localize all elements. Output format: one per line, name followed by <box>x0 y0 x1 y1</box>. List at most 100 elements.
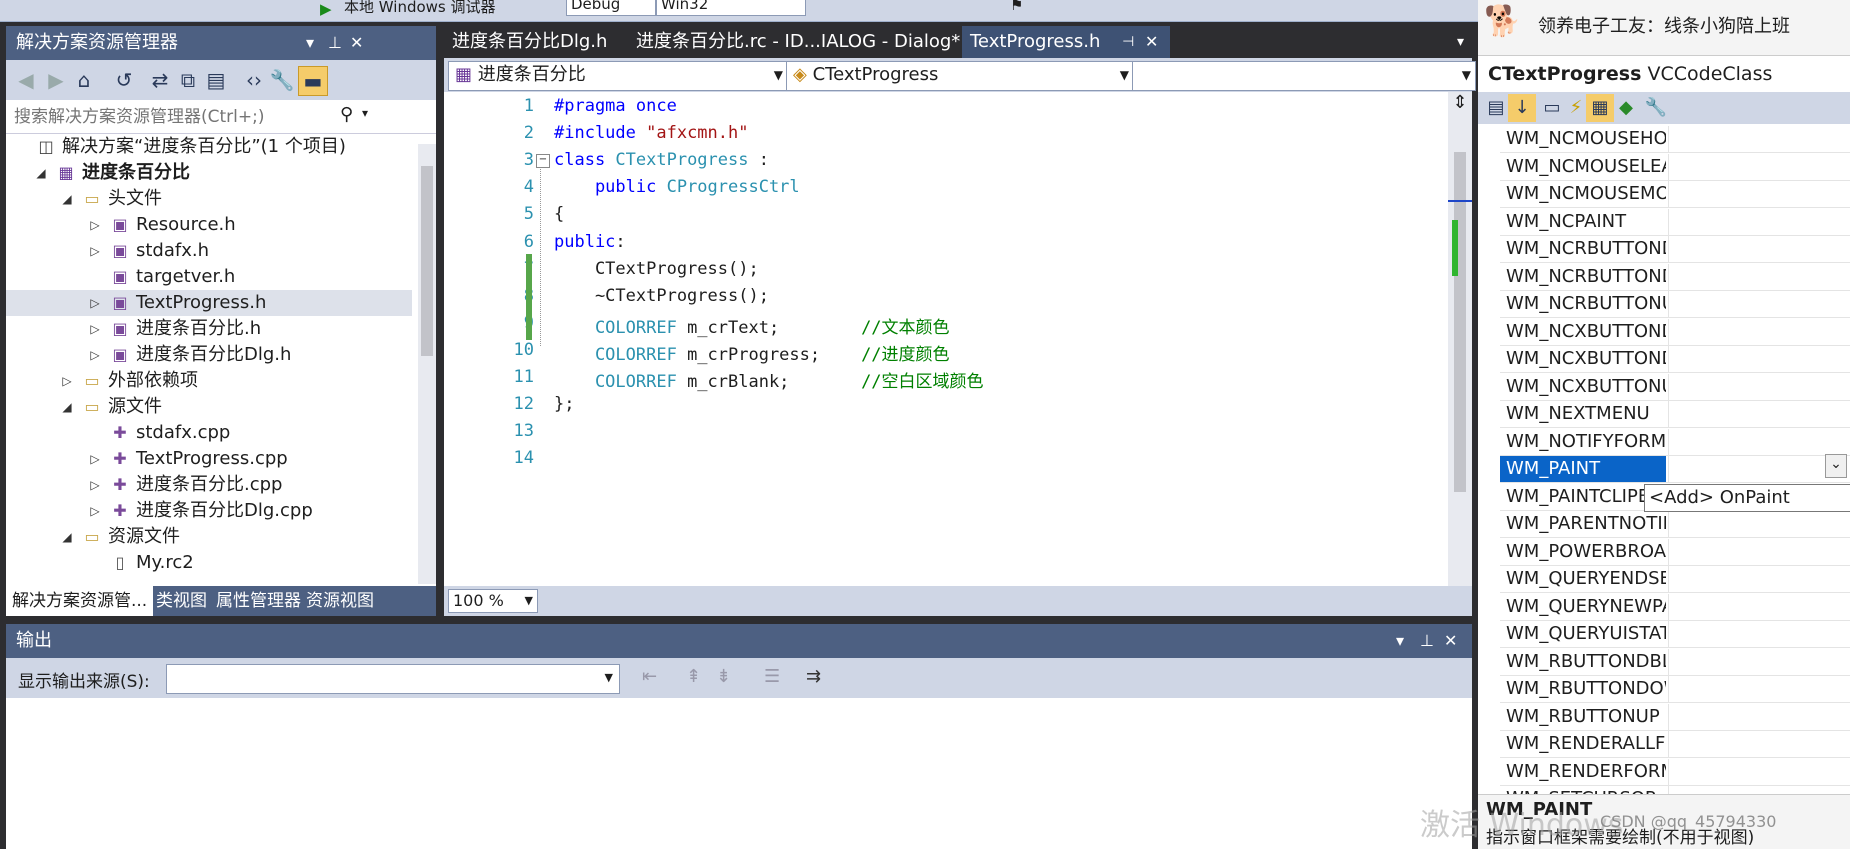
find-message-icon[interactable]: ⇤ <box>642 666 657 687</box>
search-icon[interactable]: ⚲ <box>340 104 353 125</box>
property-row[interactable]: WM_NCMOUSEMOVE <box>1500 181 1850 208</box>
property-row[interactable]: WM_PAINT ⌄ <box>1500 454 1850 483</box>
property-row[interactable]: WM_NEXTMENU <box>1500 401 1850 428</box>
property-value[interactable] <box>1668 593 1850 620</box>
code-line[interactable]: COLORREF m_crText; //文本颜色 <box>554 313 950 338</box>
property-value[interactable] <box>1668 786 1850 794</box>
tree-item[interactable]: ◢ ▭ 源文件 <box>6 394 412 420</box>
property-row[interactable]: WM_NCXBUTTONDOWN <box>1500 346 1850 373</box>
code-line[interactable]: CTextProgress(); <box>554 259 759 279</box>
next-message-icon[interactable]: ⇟ <box>716 666 731 687</box>
property-row[interactable]: WM_PARENTNOTIFY <box>1500 511 1850 538</box>
run-label[interactable]: 本地 Windows 调试器 <box>344 0 496 16</box>
property-row[interactable]: WM_QUERYUISTATE <box>1500 621 1850 648</box>
editor-scrollbar[interactable]: ⇕ <box>1448 92 1472 586</box>
code-line[interactable]: COLORREF m_crProgress; //进度颜色 <box>554 340 950 365</box>
tree-item[interactable]: ▣ targetver.h <box>6 264 412 290</box>
tree-item[interactable]: ▷ ▣ 进度条百分比Dlg.h <box>6 342 412 368</box>
property-value[interactable] <box>1668 153 1850 180</box>
back-icon[interactable]: ◀ <box>12 66 40 94</box>
property-row[interactable]: WM_RENDERALLFORMATS <box>1500 731 1850 758</box>
property-value[interactable] <box>1668 566 1850 592</box>
chevron-down-icon[interactable]: ⌄ <box>1825 454 1847 478</box>
code-line[interactable]: #include "afxcmn.h" <box>554 123 748 143</box>
code-line[interactable]: public: <box>554 232 626 252</box>
code-line[interactable]: }; <box>554 394 574 414</box>
history-icon[interactable]: ↺ <box>110 66 138 94</box>
tree-item[interactable]: ✚ stdafx.cpp <box>6 420 412 446</box>
property-value[interactable] <box>1668 676 1850 702</box>
search-options-icon[interactable]: ▾ <box>362 106 368 120</box>
tab-pin-icon[interactable]: ⊣ <box>1122 26 1134 58</box>
scrollbar-thumb[interactable] <box>1454 152 1466 492</box>
tab-rc-dialog[interactable]: 进度条百分比.rc - ID...IALOG - Dialog* <box>628 26 968 58</box>
expander-icon[interactable]: ◢ <box>34 160 48 186</box>
tree-item[interactable]: ▷ ▣ 进度条百分比.h <box>6 316 412 342</box>
property-row[interactable]: WM_NCRBUTTONDOWN <box>1500 263 1850 291</box>
property-value[interactable]: <Add> OnPaint <box>1644 483 1850 512</box>
property-row[interactable]: WM_RENDERFORMAT <box>1500 758 1850 786</box>
scope-combo[interactable]: ◈ CTextProgress ▼ <box>786 61 1134 91</box>
home-icon[interactable]: ⌂ <box>70 66 98 94</box>
property-row[interactable]: WM_QUERYNEWPALETTE <box>1500 593 1850 621</box>
property-row[interactable]: WM_NCRBUTTONUP <box>1500 291 1850 318</box>
code-line[interactable]: ~CTextProgress(); <box>554 286 769 306</box>
expander-icon[interactable]: ▷ <box>60 368 74 394</box>
property-row[interactable]: WM_NCXBUTTONUP <box>1500 373 1850 401</box>
tab-property-manager[interactable]: 属性管理器 <box>210 586 307 616</box>
code-line[interactable]: COLORREF m_crBlank; //空白区域颜色 <box>554 367 984 392</box>
property-row[interactable]: WM_NCXBUTTONDBLCLK <box>1500 318 1850 346</box>
tree-item[interactable]: ◢ ▦ 进度条百分比 <box>6 160 412 186</box>
tree-item[interactable]: ◫ 解决方案“进度条百分比”(1 个项目) <box>6 134 412 160</box>
property-row[interactable]: WM_RBUTTONDBLCLK <box>1500 648 1850 676</box>
property-row[interactable]: WM_NCMOUSEHOVER <box>1500 126 1850 153</box>
tab-solution-explorer[interactable]: 解决方案资源管... <box>6 586 154 616</box>
property-value[interactable] <box>1668 291 1850 317</box>
property-row[interactable]: WM_POWERBROADCAST <box>1500 538 1850 566</box>
expander-icon[interactable]: ◢ <box>60 524 74 550</box>
property-row[interactable]: WM_QUERYENDSESSION <box>1500 566 1850 593</box>
property-value[interactable] <box>1668 208 1850 235</box>
tab-dlg-h[interactable]: 进度条百分比Dlg.h <box>444 26 615 58</box>
expander-icon[interactable]: ▷ <box>88 238 102 264</box>
tree-item[interactable]: ◢ ▭ 头文件 <box>6 186 412 212</box>
property-value[interactable] <box>1668 401 1850 427</box>
property-row[interactable]: WM_NCMOUSELEAVE <box>1500 153 1850 181</box>
code-line[interactable]: public CProgressCtrl <box>554 177 800 197</box>
property-pages-wrench-icon[interactable]: 🔧 <box>1642 94 1670 122</box>
property-value[interactable] <box>1668 621 1850 647</box>
split-icon[interactable]: ⇕ <box>1450 92 1470 118</box>
member-combo[interactable]: ▼ <box>1132 61 1476 91</box>
panel-menu-icon[interactable]: ▾ <box>1396 624 1404 658</box>
property-value[interactable] <box>1668 731 1850 757</box>
expander-icon[interactable]: ▷ <box>88 342 102 368</box>
expander-icon[interactable]: ▷ <box>88 290 102 316</box>
solution-scrollbar[interactable] <box>418 144 436 584</box>
expander-icon[interactable]: ▷ <box>88 316 102 342</box>
expander-icon[interactable]: ▷ <box>88 498 102 524</box>
clear-all-icon[interactable]: ☰ <box>764 666 780 687</box>
bookmark-icon[interactable]: ⚑ <box>1010 0 1023 14</box>
properties-icon[interactable]: 🔧 <box>268 66 296 94</box>
tree-item[interactable]: ◢ ▭ 资源文件 <box>6 524 412 550</box>
property-row[interactable]: WM_NOTIFYFORMAT <box>1500 428 1850 456</box>
alphabetical-icon[interactable]: ↓ <box>1508 94 1536 122</box>
expander-icon[interactable]: ▷ <box>88 446 102 472</box>
view-code-icon[interactable]: ‹› <box>240 66 268 94</box>
collapse-all-icon[interactable]: ⧉ <box>174 66 202 94</box>
tree-item[interactable]: ▷ ✚ TextProgress.cpp <box>6 446 412 472</box>
property-row[interactable]: WM_NCPAINT <box>1500 208 1850 236</box>
output-source-select[interactable]: ▼ <box>166 664 620 694</box>
tree-item[interactable]: ▷ ✚ 进度条百分比Dlg.cpp <box>6 498 412 524</box>
tab-resource-view[interactable]: 资源视图 <box>300 586 380 616</box>
expander-icon[interactable]: ◢ <box>60 394 74 420</box>
solution-search-input[interactable] <box>6 100 396 134</box>
property-value[interactable] <box>1668 263 1850 290</box>
word-wrap-icon[interactable]: ⇉ <box>806 666 821 687</box>
collapse-icon[interactable]: − <box>536 154 550 168</box>
property-row[interactable]: WM_RBUTTONDOWN <box>1500 676 1850 703</box>
property-value[interactable] <box>1668 428 1850 455</box>
categorized-icon[interactable]: ▤ <box>1482 94 1510 122</box>
tree-item[interactable]: ▷ ▭ 外部依赖项 <box>6 368 412 394</box>
property-row[interactable]: WM_NCRBUTTONDBLCLK <box>1500 236 1850 263</box>
